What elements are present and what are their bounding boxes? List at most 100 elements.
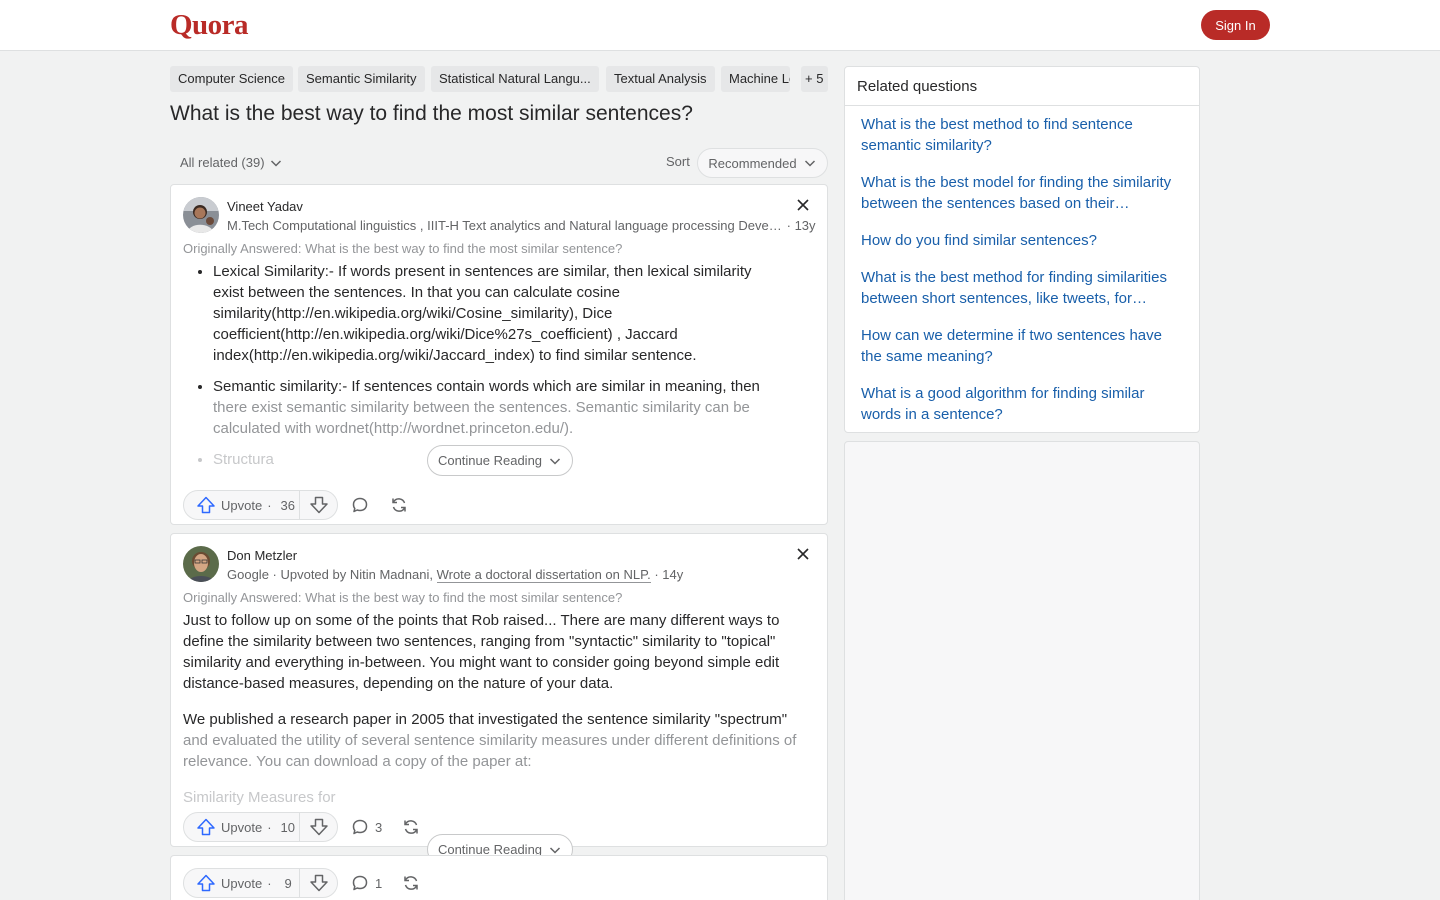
chevron-down-icon bbox=[270, 159, 281, 167]
upvote-count: 10 bbox=[280, 819, 296, 835]
avatar[interactable] bbox=[183, 197, 219, 233]
related-questions-box: Related questions What is the best metho… bbox=[844, 66, 1200, 433]
answer-filter-bar: All related (39) Sort Recommended bbox=[170, 148, 828, 178]
answer-paragraph: We published a research paper in 2005 th… bbox=[183, 709, 815, 772]
answer-body: Just to follow up on some of the points … bbox=[183, 610, 815, 806]
upvote-count: 36 bbox=[280, 497, 296, 513]
quora-logo[interactable]: Quora bbox=[170, 9, 249, 42]
answer-time: · 14y bbox=[654, 567, 684, 582]
comment-icon bbox=[352, 875, 368, 891]
answer-actions: Upvote · 36 bbox=[183, 490, 483, 520]
related-questions-title: Related questions bbox=[845, 67, 1199, 106]
credential-link[interactable]: Wrote a doctoral dissertation on NLP. bbox=[436, 567, 651, 583]
downvote-button[interactable] bbox=[300, 491, 338, 519]
sort-dropdown[interactable]: Recommended bbox=[697, 148, 828, 178]
topic-chip[interactable]: Textual Analysis bbox=[606, 66, 715, 92]
vote-group: Upvote · 9 bbox=[183, 868, 338, 898]
avatar[interactable] bbox=[183, 546, 219, 582]
upvote-separator: · bbox=[267, 497, 272, 513]
comment-count: 1 bbox=[375, 875, 383, 891]
top-header: Quora Sign In bbox=[0, 0, 1440, 51]
related-question-link[interactable]: What is the best method for finding simi… bbox=[861, 267, 1183, 309]
topic-list: Computer Science Semantic Similarity Sta… bbox=[170, 66, 828, 92]
answer-list-item: Lexical Similarity:- If words present in… bbox=[213, 261, 815, 366]
share-icon bbox=[404, 876, 418, 890]
author-credential: Google · Upvoted by Nitin Madnani, Wrote… bbox=[227, 567, 684, 583]
continue-reading-label: Continue Reading bbox=[437, 453, 543, 468]
comment-icon bbox=[352, 819, 368, 835]
answer-time: · 13y bbox=[786, 218, 816, 233]
share-button[interactable] bbox=[387, 490, 411, 520]
author-name[interactable]: Vineet Yadav bbox=[227, 199, 303, 214]
paragraph-text: We published a research paper in 2005 th… bbox=[183, 711, 788, 728]
vote-group: Upvote · 36 bbox=[183, 490, 338, 520]
related-question-link[interactable]: What is a good algorithm for finding sim… bbox=[861, 383, 1183, 425]
answer-actions: Upvote · 9 1 bbox=[183, 868, 483, 898]
downvote-icon bbox=[310, 874, 328, 892]
ad-placeholder bbox=[844, 441, 1200, 900]
upvote-icon bbox=[197, 496, 215, 514]
upvote-separator: · bbox=[267, 819, 272, 835]
comment-button[interactable]: 1 bbox=[351, 868, 382, 898]
related-question-link[interactable]: How do you find similar sentences? bbox=[861, 230, 1183, 251]
credential-text: Google · Upvoted by Nitin Madnani, bbox=[227, 567, 433, 582]
downvote-icon bbox=[310, 818, 328, 836]
credential-text: M.Tech Computational linguistics , IIIT-… bbox=[227, 218, 783, 233]
share-icon bbox=[404, 820, 418, 834]
sign-in-button[interactable]: Sign In bbox=[1201, 10, 1270, 40]
related-question-link[interactable]: What is the best method to find sentence… bbox=[861, 114, 1183, 156]
close-icon bbox=[797, 548, 809, 560]
all-related-label: All related (39) bbox=[180, 155, 265, 170]
comment-button[interactable]: 3 bbox=[351, 812, 382, 842]
upvote-icon bbox=[197, 874, 215, 892]
close-button[interactable] bbox=[793, 195, 813, 215]
upvote-button[interactable]: Upvote · 10 bbox=[184, 813, 299, 841]
sort-label: Sort bbox=[666, 154, 690, 169]
downvote-button[interactable] bbox=[300, 869, 338, 897]
topic-chip[interactable]: Semantic Similarity bbox=[298, 66, 425, 92]
all-related-dropdown[interactable]: All related (39) bbox=[180, 155, 283, 170]
related-question-link[interactable]: How can we determine if two sentences ha… bbox=[861, 325, 1183, 367]
sort-value: Recommended bbox=[708, 155, 797, 171]
answer-paragraph: Just to follow up on some of the points … bbox=[183, 612, 780, 692]
paragraph-text-faded: and evaluated the utility of several sen… bbox=[183, 732, 797, 770]
originally-answered: Originally Answered: What is the best wa… bbox=[183, 590, 623, 605]
upvote-icon bbox=[197, 818, 215, 836]
related-questions-list: What is the best method to find sentence… bbox=[845, 106, 1199, 425]
related-question-link[interactable]: What is the best model for finding the s… bbox=[861, 172, 1183, 214]
topic-chip[interactable]: Computer Science bbox=[170, 66, 293, 92]
answer-actions: Upvote · 10 3 bbox=[183, 812, 483, 842]
share-icon bbox=[392, 498, 406, 512]
upvote-label: Upvote bbox=[221, 875, 263, 891]
answer-body: Lexical Similarity:- If words present in… bbox=[183, 261, 815, 473]
chevron-down-icon bbox=[804, 160, 815, 167]
topic-chip[interactable]: Statistical Natural Langu... bbox=[431, 66, 599, 92]
share-button[interactable] bbox=[399, 868, 423, 898]
comment-button[interactable] bbox=[351, 490, 369, 520]
comment-count: 3 bbox=[375, 819, 383, 835]
share-button[interactable] bbox=[399, 812, 423, 842]
question-title: What is the best way to find the most si… bbox=[170, 102, 693, 125]
downvote-button[interactable] bbox=[300, 813, 338, 841]
vote-group: Upvote · 10 bbox=[183, 812, 338, 842]
list-item-text-faded: there exist semantic similarity between … bbox=[213, 399, 750, 437]
close-button[interactable] bbox=[793, 544, 813, 564]
chevron-down-icon bbox=[550, 457, 561, 465]
upvote-separator: · bbox=[267, 875, 272, 891]
upvote-label: Upvote bbox=[221, 497, 263, 513]
answer-card: Vineet Yadav M.Tech Computational lingui… bbox=[170, 184, 828, 525]
topics-more-button[interactable]: + 5 bbox=[801, 66, 828, 92]
topic-chip[interactable]: Machine Learning bbox=[721, 66, 790, 92]
answer-list-item: Semantic similarity:- If sentences conta… bbox=[213, 376, 815, 439]
continue-reading-button[interactable]: Continue Reading bbox=[427, 445, 573, 476]
list-item-text: Semantic similarity:- If sentences conta… bbox=[213, 378, 760, 395]
upvote-button[interactable]: Upvote · 9 bbox=[184, 869, 299, 897]
downvote-icon bbox=[310, 496, 328, 514]
upvote-count: 9 bbox=[284, 875, 292, 891]
upvote-label: Upvote bbox=[221, 819, 263, 835]
answer-paragraph-faded: Similarity Measures for bbox=[183, 789, 336, 806]
author-name[interactable]: Don Metzler bbox=[227, 548, 297, 563]
upvote-button[interactable]: Upvote · 36 bbox=[184, 491, 299, 519]
answer-card: Don Metzler Google · Upvoted by Nitin Ma… bbox=[170, 533, 828, 865]
main-column: Computer Science Semantic Similarity Sta… bbox=[170, 66, 828, 900]
